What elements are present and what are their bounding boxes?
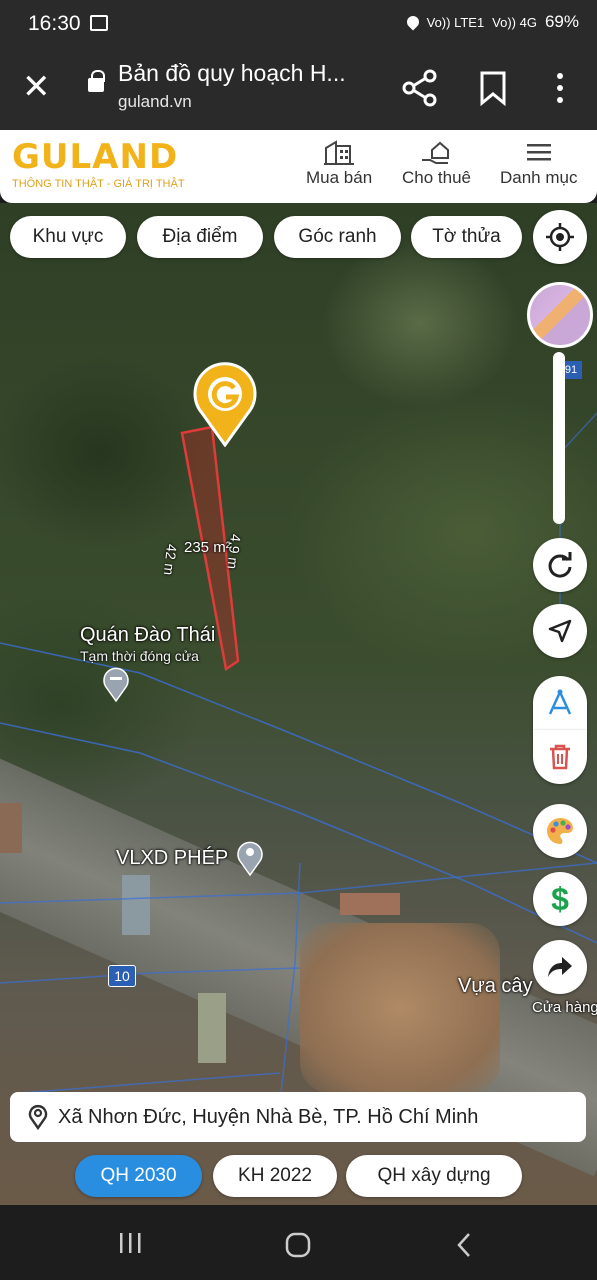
palette-button[interactable]: [533, 804, 587, 858]
map-pin-icon: [28, 1105, 48, 1130]
parcel-side-label: 42 m: [160, 543, 180, 576]
filter-label: Địa điểm: [162, 226, 238, 247]
signal-4g: Vo)) 4G: [492, 14, 537, 30]
recent-apps-icon[interactable]: [118, 1231, 144, 1255]
battery-level: 69%: [544, 12, 579, 31]
parcel-area-label: 235 m²: [184, 539, 231, 556]
satellite-map[interactable]: 235 m² 42 m 4,9 m Quán Đào Thái Tạm thời…: [0, 203, 597, 1205]
navigate-button[interactable]: [533, 604, 587, 658]
price-button[interactable]: $: [533, 872, 587, 926]
place-sub: Cửa hàng: [532, 999, 597, 1016]
filter-label: Tờ thửa: [432, 226, 501, 247]
palette-icon: [547, 818, 573, 844]
refresh-icon: [548, 552, 572, 578]
nav-rent-label: Cho thuê: [402, 168, 471, 187]
signal-lte: Vo)) LTE1: [426, 14, 485, 30]
location-marker-icon[interactable]: [192, 361, 258, 447]
nav-rent[interactable]: Cho thuê: [402, 138, 471, 188]
browser-toolbar: ✕ Bản đồ quy hoạch H... guland.vn: [0, 50, 597, 130]
refresh-button[interactable]: [533, 538, 587, 592]
logo-text: GULAND: [12, 137, 179, 177]
compass-measure-icon: [548, 689, 572, 715]
logo-tagline: THÔNG TIN THẬT - GIÁ TRỊ THẬT: [12, 178, 185, 190]
location-icon: [404, 13, 422, 31]
nav-menu-label: Danh mục: [500, 168, 578, 187]
address-text: Xã Nhơn Đức, Huyện Nhà Bè, TP. Hồ Chí Mi…: [58, 1105, 479, 1128]
mode-label: QH 2030: [100, 1165, 177, 1186]
nav-menu[interactable]: Danh mục: [500, 138, 577, 188]
menu-icon: [526, 144, 551, 161]
filter-location-button[interactable]: Địa điểm: [137, 216, 263, 258]
nav-buy-label: Mua bán: [306, 168, 373, 187]
dollar-icon: $: [551, 880, 569, 917]
page-url[interactable]: guland.vn: [118, 92, 192, 112]
measure-button[interactable]: [533, 676, 587, 730]
app-screen: 16:30 Vo)) LTE1 Vo)) 4G 69% ✕ Bản đồ quy…: [0, 0, 597, 1280]
trash-icon: [550, 744, 570, 770]
filter-corner-button[interactable]: Góc ranh: [274, 216, 401, 258]
mode-label: KH 2022: [238, 1165, 312, 1186]
share-map-button[interactable]: [533, 940, 587, 994]
filter-label: Góc ranh: [298, 226, 377, 247]
more-options-icon[interactable]: [548, 70, 572, 106]
mode-label: QH xây dựng: [377, 1165, 491, 1186]
navigation-arrow-icon: [548, 619, 572, 643]
image-notification-icon: [90, 15, 108, 31]
opacity-slider[interactable]: [553, 352, 565, 524]
mode-qh2030-button[interactable]: QH 2030: [75, 1155, 202, 1197]
delete-button[interactable]: [533, 730, 587, 784]
status-right: Vo)) LTE1 Vo)) 4G 69%: [404, 12, 579, 32]
place-name[interactable]: Quán Đào Thái: [80, 624, 215, 647]
home-icon[interactable]: [284, 1231, 312, 1259]
place-status: Tạm thời đóng cửa: [80, 648, 199, 664]
place-pin-icon[interactable]: [102, 667, 130, 703]
place-name[interactable]: VLXD PHÉP: [116, 847, 228, 870]
status-bar: 16:30 Vo)) LTE1 Vo)) 4G 69%: [0, 0, 597, 50]
place-pin-icon[interactable]: [236, 839, 264, 877]
crosshair-icon: [546, 223, 574, 251]
filter-sheet-button[interactable]: Tờ thửa: [411, 216, 522, 258]
my-location-button[interactable]: [533, 210, 587, 264]
place-name[interactable]: Vựa cây: [458, 975, 533, 998]
mode-kh2022-button[interactable]: KH 2022: [213, 1155, 337, 1197]
building-icon: [324, 140, 355, 165]
hand-house-icon: [421, 141, 449, 164]
system-nav-bar: [0, 1205, 597, 1280]
nav-buy[interactable]: Mua bán: [306, 138, 372, 188]
map-layer-thumbnail[interactable]: [527, 282, 593, 348]
filter-label: Khu vực: [32, 226, 104, 247]
page-title: Bản đồ quy hoạch H...: [118, 60, 346, 86]
filter-area-button[interactable]: Khu vực: [10, 216, 126, 258]
bookmark-icon[interactable]: [478, 70, 508, 106]
site-header: GULAND THÔNG TIN THẬT - GIÁ TRỊ THẬT Mua…: [0, 130, 597, 203]
mode-construction-button[interactable]: QH xây dựng: [346, 1155, 522, 1197]
lock-icon: [88, 70, 105, 92]
back-icon[interactable]: [454, 1231, 474, 1259]
forward-arrow-icon: [548, 957, 572, 977]
map-overlay: [0, 412, 597, 1104]
road-number-badge: 10: [108, 965, 136, 987]
share-icon[interactable]: [400, 68, 440, 108]
status-time: 16:30: [28, 12, 81, 35]
guland-logo[interactable]: GULAND THÔNG TIN THẬT - GIÁ TRỊ THẬT: [12, 140, 185, 190]
close-tab-button[interactable]: ✕: [22, 70, 51, 104]
address-bar[interactable]: Xã Nhơn Đức, Huyện Nhà Bè, TP. Hồ Chí Mi…: [10, 1092, 586, 1142]
